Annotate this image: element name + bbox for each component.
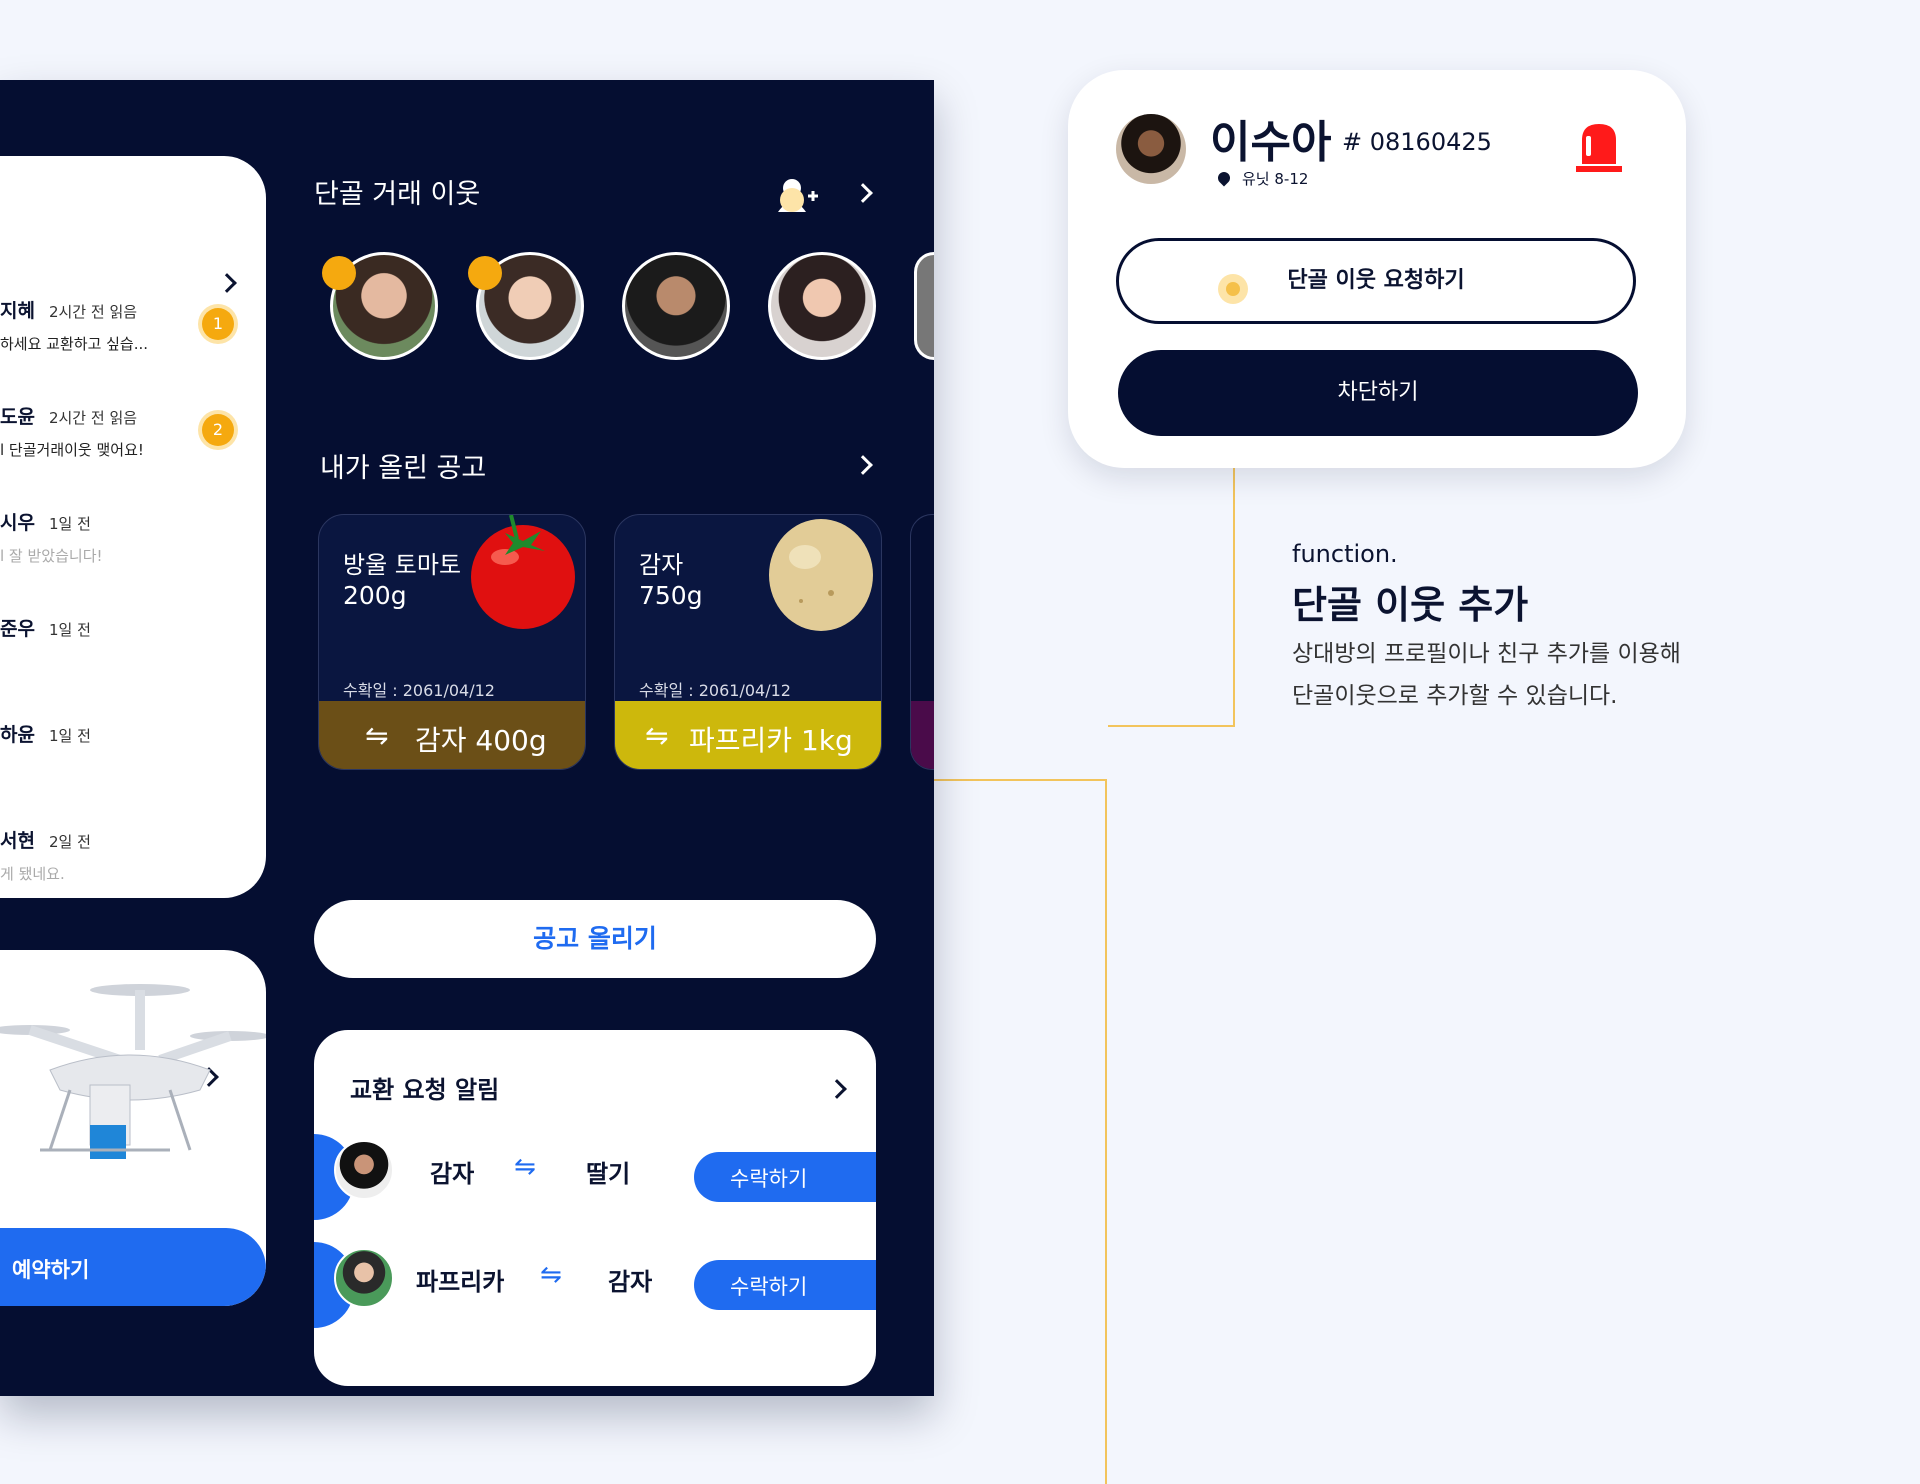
neighbor-avatar[interactable] [914, 252, 934, 360]
exchange-requests-card: 교환 요청 알림 감자 ⇋ 딸기 수락하기 파프리카 ⇋ 감자 수락하기 [314, 1030, 876, 1386]
swap-icon: ⇋ [645, 719, 669, 752]
message-preview: 하세요 교환하고 싶습... [0, 335, 149, 353]
neighbor-avatar[interactable] [622, 252, 730, 360]
requests-title: 교환 요청 알림 [350, 1076, 500, 1104]
messages-card: 지혜 2시간 전 읽음 하세요 교환하고 싶습... 1 도윤 2시간 전 읽음 l 단골거… [0, 156, 266, 898]
post-name: 방울 토마토 [343, 551, 462, 579]
swap-icon: ⇋ [365, 719, 389, 752]
unread-badge: 1 [202, 308, 234, 340]
touch-indicator [1226, 282, 1240, 296]
profile-id: # 08160425 [1342, 128, 1492, 156]
post-weight: 750g [639, 581, 703, 610]
message-item[interactable]: 하윤 1일 전 [0, 720, 240, 757]
location-pin-icon [1215, 169, 1233, 187]
accept-button[interactable]: 수락하기 [694, 1152, 876, 1202]
neighbor-request-button[interactable]: 단골 이웃 요청하기 [1116, 238, 1636, 324]
sender-name: 하윤 [0, 724, 35, 746]
message-item[interactable]: 준우 1일 전 [0, 614, 240, 651]
post-card[interactable]: 감자 750g 수확일 : 2061/04/12 ⇋ 파프리카 1kg [614, 514, 882, 770]
chevron-right-icon[interactable] [853, 183, 873, 203]
neighbors-title: 단골 거래 이웃 [314, 179, 481, 210]
chevron-right-icon[interactable] [853, 455, 873, 475]
annotation-desc: 단골이웃으로 추가할 수 있습니다. [1292, 683, 1618, 709]
exchange-bar: ⇋ 감자 400g [319, 701, 585, 769]
message-item[interactable]: 시우 1일 전 l 잘 받았습니다! [0, 508, 240, 566]
post-listing-button[interactable]: 공고 올리기 [314, 900, 876, 978]
post-name: 감자 [639, 551, 684, 579]
annotation-desc: 상대방의 프로필이나 친구 추가를 이용해 [1292, 641, 1681, 667]
potato-image [769, 519, 873, 631]
message-time: 1일 전 [48, 727, 91, 745]
block-button[interactable]: 차단하기 [1118, 350, 1638, 436]
drone-illustration [0, 984, 266, 1159]
message-time: 1일 전 [48, 621, 91, 639]
accept-button[interactable]: 수락하기 [694, 1260, 876, 1310]
exchange-item: 파프리카 1kg [689, 724, 853, 757]
message-time: 2시간 전 읽음 [48, 303, 138, 321]
post-weight: 200g [343, 581, 407, 610]
message-item[interactable]: 서현 2일 전게 됐네요. [0, 826, 240, 884]
connector-line [1105, 779, 1107, 1484]
post-harvest-date: 수확일 : 2061/04/12 [639, 681, 791, 700]
unread-badge: 2 [202, 414, 234, 446]
chevron-right-icon[interactable] [217, 273, 237, 293]
profile-avatar[interactable] [1116, 114, 1186, 184]
requester-avatar[interactable] [334, 1140, 394, 1200]
post-card-peek [910, 514, 934, 770]
report-siren-icon[interactable] [1574, 122, 1624, 174]
message-time: 2일 전 [48, 833, 91, 851]
exchange-item: 감자 400g [415, 724, 547, 757]
annotation-title: 단골 이웃 추가 [1292, 583, 1529, 627]
post-card[interactable]: 방울 토마토 200g 수확일 : 2061/04/12 ⇋ 감자 400g [318, 514, 586, 770]
swap-icon: ⇋ [540, 1260, 562, 1290]
profile-name: 이수아 [1210, 117, 1332, 168]
profile-location: 유닛 8-12 [1242, 170, 1309, 188]
online-indicator [468, 256, 502, 290]
message-preview: 게 됐네요. [0, 865, 65, 883]
touch-indicator [780, 188, 804, 212]
connector-line [1108, 725, 1235, 727]
profile-card: 이수아 # 08160425 유닛 8-12 단골 이웃 요청하기 차단하기 [1068, 70, 1686, 468]
sender-name: 서현 [0, 830, 35, 852]
sender-name: 도윤 [0, 406, 35, 428]
drone-delivery-card: 예약하기 [0, 950, 266, 1306]
wanted-item: 감자 [608, 1268, 653, 1296]
my-posts-title: 내가 올린 공고 [320, 453, 487, 484]
exchange-request-row: 파프리카 ⇋ 감자 수락하기 [314, 1242, 876, 1328]
exchange-request-row: 감자 ⇋ 딸기 수락하기 [314, 1134, 876, 1220]
offered-item: 파프리카 [416, 1268, 505, 1296]
message-time: 1일 전 [48, 515, 91, 533]
message-preview: l 단골거래이웃 맺어요! [0, 441, 144, 459]
offered-item: 감자 [430, 1160, 475, 1188]
message-time: 2시간 전 읽음 [48, 409, 138, 427]
online-indicator [322, 256, 356, 290]
tomato-image [471, 515, 575, 629]
wanted-item: 딸기 [586, 1160, 631, 1188]
app-screen: 지혜 2시간 전 읽음 하세요 교환하고 싶습... 1 도윤 2시간 전 읽음 l 단골거… [0, 80, 934, 1396]
swap-icon: ⇋ [514, 1152, 536, 1182]
requester-avatar[interactable] [334, 1248, 394, 1308]
exchange-bar: ⇋ 파프리카 1kg [615, 701, 881, 769]
annotation-label: function. [1292, 540, 1398, 568]
reserve-button[interactable]: 예약하기 [0, 1228, 266, 1306]
chevron-right-icon[interactable] [827, 1079, 847, 1099]
post-harvest-date: 수확일 : 2061/04/12 [343, 681, 495, 700]
sender-name: 준우 [0, 618, 35, 640]
sender-name: 지혜 [0, 300, 35, 322]
sender-name: 시우 [0, 512, 35, 534]
neighbor-avatar[interactable] [768, 252, 876, 360]
message-preview: l 잘 받았습니다! [0, 547, 103, 565]
